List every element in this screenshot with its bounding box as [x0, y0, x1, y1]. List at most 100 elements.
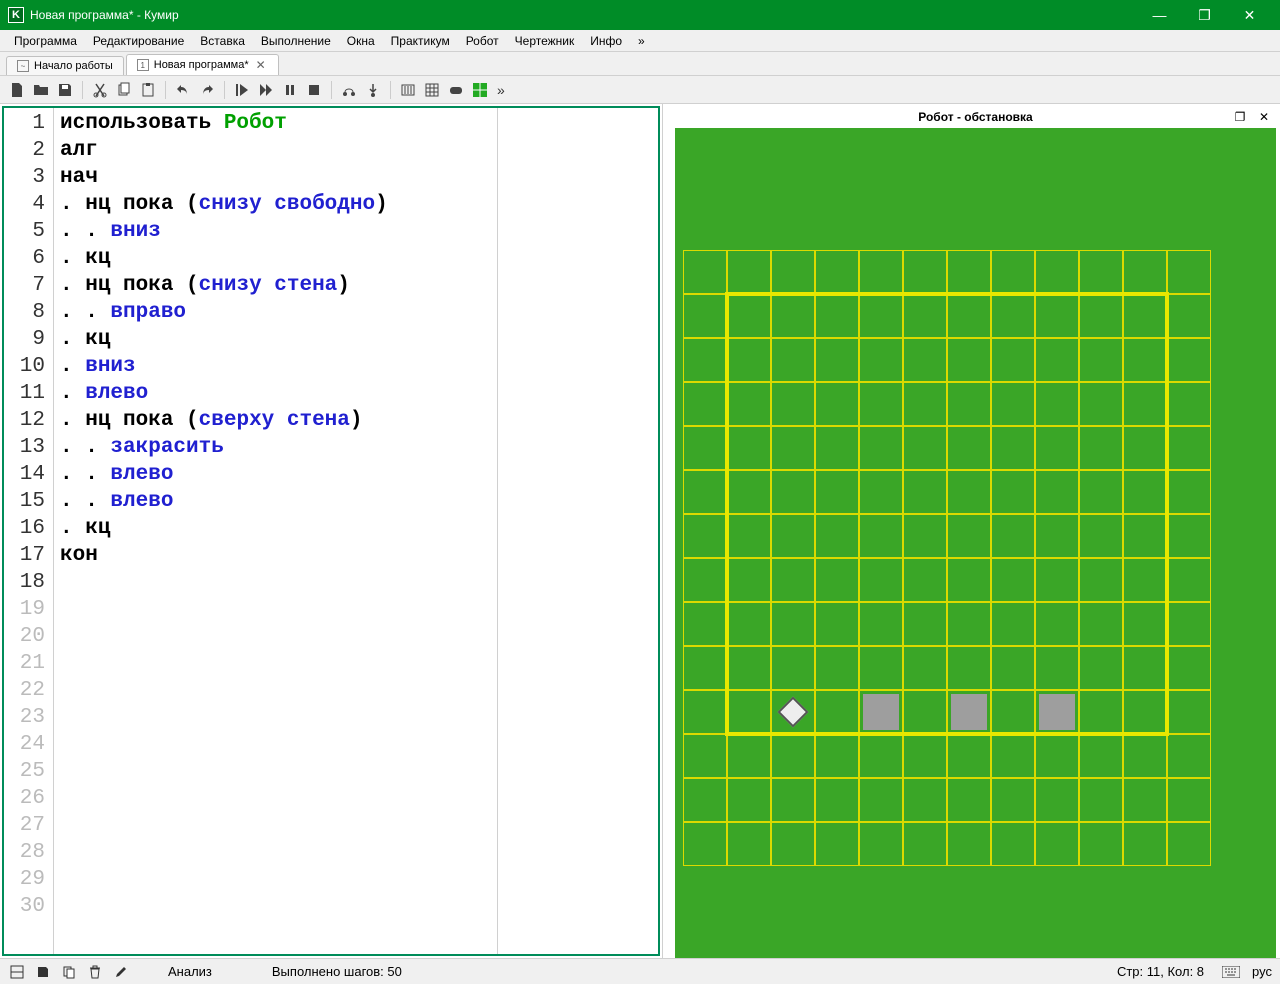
open-file-button[interactable]: [30, 79, 52, 101]
document-tab[interactable]: 1Новая программа*✕: [126, 54, 279, 75]
code-area: использовать Роботалгнач. нц пока (снизу…: [54, 108, 658, 954]
sb-trash-icon[interactable]: [86, 963, 104, 981]
code-line: . вниз: [60, 353, 491, 380]
grid-cell: [683, 470, 727, 514]
menu-item-Робот[interactable]: Робот: [458, 32, 507, 50]
redo-button[interactable]: [196, 79, 218, 101]
sb-cursor-label: Стр: 11, Кол: 8: [1117, 964, 1204, 979]
minimize-button[interactable]: —: [1137, 0, 1182, 30]
menu-item-Выполнение[interactable]: Выполнение: [253, 32, 339, 50]
grid-icon[interactable]: [421, 79, 443, 101]
menu-item-»[interactable]: »: [630, 32, 653, 50]
robot-panel-header: Робот - обстановка ❐ ✕: [675, 106, 1276, 128]
grid-cell: [1123, 822, 1167, 866]
pause-button[interactable]: [279, 79, 301, 101]
paste-button[interactable]: [137, 79, 159, 101]
grid-cell: [1167, 250, 1211, 294]
step-into-button[interactable]: [362, 79, 384, 101]
grid-cell: [771, 822, 815, 866]
grid-cell: [1167, 734, 1211, 778]
grid-cell: [859, 778, 903, 822]
grid-cell: [1167, 822, 1211, 866]
close-button[interactable]: ✕: [1227, 0, 1272, 30]
sb-save-icon[interactable]: [34, 963, 52, 981]
code-token: .: [60, 382, 85, 405]
line-number: 4: [6, 191, 45, 218]
run-fast-button[interactable]: [255, 79, 277, 101]
window-title: Новая программа* - Кумир: [30, 8, 1137, 22]
grid-cell: [859, 822, 903, 866]
code-line: . кц: [60, 245, 491, 272]
menu-item-Чертежник[interactable]: Чертежник: [507, 32, 583, 50]
robot-panel-close-button[interactable]: ✕: [1256, 109, 1272, 125]
code-line: кон: [60, 542, 491, 569]
menu-item-Редактирование[interactable]: Редактирование: [85, 32, 192, 50]
sb-keyboard-icon[interactable]: [1222, 963, 1240, 981]
tab-doc-icon: 1: [137, 59, 149, 71]
grid-cell: [683, 690, 727, 734]
grid-cell: [1167, 646, 1211, 690]
code-token: .: [60, 274, 85, 297]
toolbar-separator: [224, 81, 225, 99]
code-token: (: [186, 409, 199, 432]
robot-world-button[interactable]: [469, 79, 491, 101]
cut-button[interactable]: [89, 79, 111, 101]
menu-item-Инфо[interactable]: Инфо: [582, 32, 630, 50]
document-tabs: ~Начало работы1Новая программа*✕: [0, 52, 1280, 76]
window-titlebar: K Новая программа* - Кумир — ❐ ✕: [0, 0, 1280, 30]
run-button[interactable]: [231, 79, 253, 101]
maximize-button[interactable]: ❐: [1182, 0, 1227, 30]
grid-cell: [683, 514, 727, 558]
sb-lang-label[interactable]: рус: [1252, 964, 1272, 979]
code-token: снизу стена: [199, 274, 338, 297]
grid-cell: [1123, 250, 1167, 294]
step-over-button[interactable]: [338, 79, 360, 101]
code-token: нц пока: [85, 274, 186, 297]
robot-panel-popout-button[interactable]: ❐: [1232, 109, 1248, 125]
new-file-button[interactable]: [6, 79, 28, 101]
code-token: Робот: [224, 112, 287, 135]
robot-panel-title: Робот - обстановка: [719, 110, 1232, 124]
code-text[interactable]: использовать Роботалгнач. нц пока (снизу…: [54, 108, 498, 954]
sb-steps-label: Выполнено шагов: 50: [272, 964, 402, 979]
grid-cell: [903, 778, 947, 822]
code-editor[interactable]: 1234567891011121314151617181920212223242…: [2, 106, 660, 956]
grid-cell: [1079, 734, 1123, 778]
save-button[interactable]: [54, 79, 76, 101]
grid-cell: [771, 250, 815, 294]
sb-edit-icon[interactable]: [112, 963, 130, 981]
grid-cell: [683, 294, 727, 338]
sb-copy-icon[interactable]: [60, 963, 78, 981]
menu-item-Программа[interactable]: Программа: [6, 32, 85, 50]
grid-cell: [683, 646, 727, 690]
robot-world-canvas[interactable]: [675, 128, 1276, 958]
menu-item-Окна[interactable]: Окна: [339, 32, 383, 50]
line-number: 30: [6, 893, 45, 920]
grid-cell: [1035, 250, 1079, 294]
undo-button[interactable]: [172, 79, 194, 101]
toolbar-overflow-button[interactable]: »: [493, 79, 509, 101]
line-number: 14: [6, 461, 45, 488]
code-token: нач: [60, 166, 98, 189]
grid-cell: [727, 250, 771, 294]
menu-item-Вставка[interactable]: Вставка: [192, 32, 253, 50]
code-token: . .: [60, 301, 110, 324]
code-line: . нц пока (снизу стена): [60, 272, 491, 299]
line-number: 6: [6, 245, 45, 272]
menu-item-Практикум[interactable]: Практикум: [383, 32, 458, 50]
copy-button[interactable]: [113, 79, 135, 101]
code-token: .: [60, 517, 85, 540]
stop-button[interactable]: [303, 79, 325, 101]
line-number: 15: [6, 488, 45, 515]
grid-cell: [815, 250, 859, 294]
sb-toggle-button[interactable]: [8, 963, 26, 981]
document-tab[interactable]: ~Начало работы: [6, 56, 124, 75]
counter-icon[interactable]: [397, 79, 419, 101]
line-number: 25: [6, 758, 45, 785]
code-token: кц: [85, 328, 110, 351]
grid-cell: [1079, 822, 1123, 866]
tab-close-button[interactable]: ✕: [254, 58, 268, 72]
gamepad-icon[interactable]: [445, 79, 467, 101]
grid-cell: [859, 250, 903, 294]
grid-cell: [991, 734, 1035, 778]
